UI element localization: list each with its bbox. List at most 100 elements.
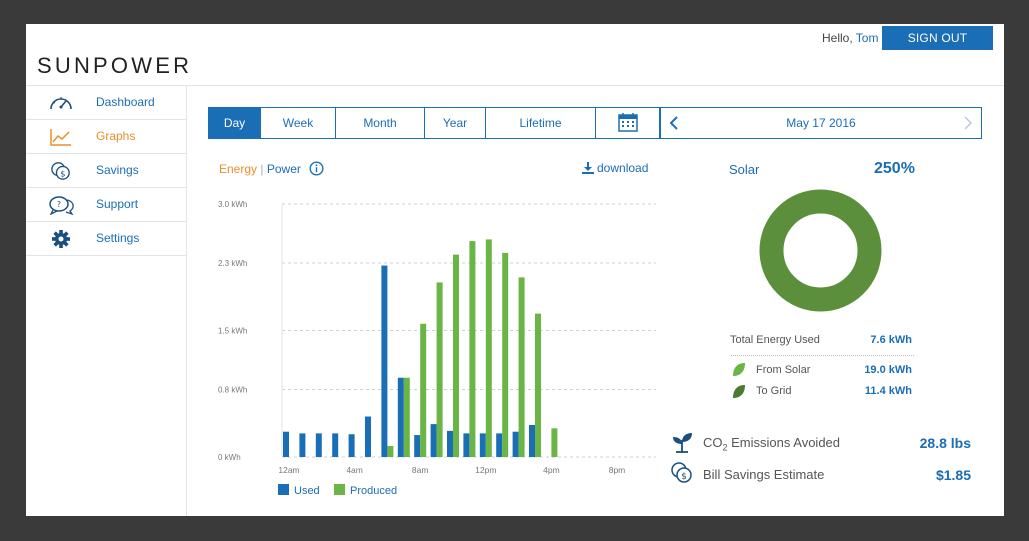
tab-lifetime[interactable]: Lifetime <box>486 108 596 138</box>
tab-day[interactable]: Day <box>209 108 261 138</box>
greeting-prefix: Hello, <box>822 31 856 45</box>
chevron-left-icon[interactable] <box>667 115 681 131</box>
bar-produced <box>502 252 509 457</box>
stats-divider <box>731 355 914 356</box>
bar-used <box>283 431 289 457</box>
app-window: SUNPOWER Hello, Tom SIGN OUT Dashboard G… <box>26 24 1004 516</box>
y-tick-label: 1.5 kWh <box>218 327 247 336</box>
current-date: May 17 2016 <box>786 116 856 130</box>
x-tick-label: 8pm <box>609 465 626 475</box>
solar-percent: 250% <box>874 160 915 177</box>
co2-label-post: Emissions Avoided <box>727 435 841 450</box>
legend-swatch <box>334 484 345 495</box>
svg-text:?: ? <box>57 200 61 209</box>
bar-produced <box>469 241 476 457</box>
power-mode-link[interactable]: Power <box>267 162 301 176</box>
logo: SUNPOWER <box>37 53 193 78</box>
bar-produced <box>551 428 558 457</box>
sidebar-item-settings[interactable]: Settings <box>26 222 186 256</box>
bar-produced <box>485 239 492 457</box>
sidebar: Dashboard Graphs $ Savings ? Support Set… <box>26 86 187 516</box>
sidebar-item-graphs[interactable]: Graphs <box>26 120 186 154</box>
chat-bubbles-icon: ? <box>49 196 74 215</box>
download-label: download <box>597 161 649 175</box>
bill-savings-label: Bill Savings Estimate <box>703 467 825 482</box>
bar-used <box>414 435 421 457</box>
bar-used <box>315 433 322 457</box>
sidebar-item-label: Savings <box>96 163 139 177</box>
bar-used <box>463 433 470 457</box>
total-energy-label: Total Energy Used <box>730 334 820 346</box>
sidebar-item-dashboard[interactable]: Dashboard <box>26 86 186 120</box>
energy-mode-link[interactable]: Energy <box>219 162 257 176</box>
plant-sprout-icon <box>673 433 692 453</box>
y-tick-label: 3.0 kWh <box>218 200 247 209</box>
bar-used <box>299 433 306 457</box>
sidebar-item-support[interactable]: ? Support <box>26 188 186 222</box>
line-chart-icon <box>50 129 71 146</box>
svg-text:$: $ <box>60 168 65 178</box>
calendar-button[interactable] <box>596 108 659 138</box>
bar-used <box>447 430 453 457</box>
bar-used <box>479 433 486 457</box>
coins-icon: $ <box>51 162 70 180</box>
info-icon[interactable] <box>309 161 324 176</box>
tab-year[interactable]: Year <box>425 108 486 138</box>
sidebar-item-label: Support <box>96 197 139 211</box>
bar-produced <box>403 377 410 457</box>
x-tick-label: 8am <box>412 465 429 475</box>
bar-used <box>430 424 437 457</box>
bar-produced <box>436 282 443 457</box>
bar-produced <box>387 446 394 457</box>
leaf-light-icon <box>733 363 745 376</box>
coins-icon: $ <box>671 462 692 483</box>
sidebar-item-label: Graphs <box>96 129 136 143</box>
leaf-dark-icon <box>733 385 745 398</box>
to-grid-label: To Grid <box>756 385 792 397</box>
sign-out-button[interactable]: SIGN OUT <box>882 26 993 50</box>
bar-used <box>332 433 339 457</box>
svg-text:$: $ <box>681 472 687 482</box>
bar-used <box>512 431 519 457</box>
sidebar-item-label: Settings <box>96 231 140 245</box>
bar-used <box>529 424 535 457</box>
total-energy-value: 7.6 kWh <box>870 334 912 346</box>
y-tick-label: 2.3 kWh <box>218 259 247 268</box>
x-tick-label: 12pm <box>475 465 496 475</box>
gauge-icon <box>50 97 72 110</box>
tab-week[interactable]: Week <box>261 108 336 138</box>
legend-label: Used <box>294 485 320 497</box>
solar-label: Solar <box>729 162 760 177</box>
bar-produced <box>420 323 427 457</box>
x-tick-label: 4am <box>346 465 363 475</box>
x-tick-label: 12am <box>278 465 299 475</box>
legend-swatch <box>278 484 289 495</box>
co2-label: CO2 Emissions Avoided <box>703 435 840 453</box>
gear-icon <box>52 230 70 248</box>
chevron-right-icon[interactable] <box>961 115 975 131</box>
sidebar-item-savings[interactable]: $ Savings <box>26 154 186 188</box>
legend-label: Produced <box>350 485 397 497</box>
from-solar-value: 19.0 kWh <box>864 364 912 376</box>
to-grid-value: 11.4 kWh <box>864 385 912 397</box>
solar-donut-chart <box>759 189 882 312</box>
energy-bar-chart: 3.0 kWh 2.3 kWh 1.5 kWh 0.8 kWh 0 kWh 12am 4am… <box>218 200 656 497</box>
header: SUNPOWER Hello, Tom SIGN OUT <box>26 24 1004 86</box>
sidebar-item-label: Dashboard <box>96 95 155 109</box>
download-link[interactable]: download <box>582 161 648 175</box>
chart-mode-toggle: Energy | Power <box>219 162 301 176</box>
mode-separator: | <box>260 162 264 176</box>
bar-used <box>348 434 355 457</box>
bar-produced <box>518 277 525 457</box>
calendar-icon <box>617 113 638 132</box>
bar-produced <box>535 313 541 457</box>
date-navigator: May 17 2016 <box>660 107 982 139</box>
bar-used <box>496 433 503 457</box>
bar-used <box>397 377 404 457</box>
bar-produced <box>453 254 459 457</box>
user-name-link[interactable]: Tom <box>856 31 879 45</box>
co2-value: 28.8 lbs <box>919 435 971 451</box>
bill-savings-value: $1.85 <box>935 467 971 483</box>
download-icon <box>582 162 594 174</box>
tab-month[interactable]: Month <box>336 108 425 138</box>
